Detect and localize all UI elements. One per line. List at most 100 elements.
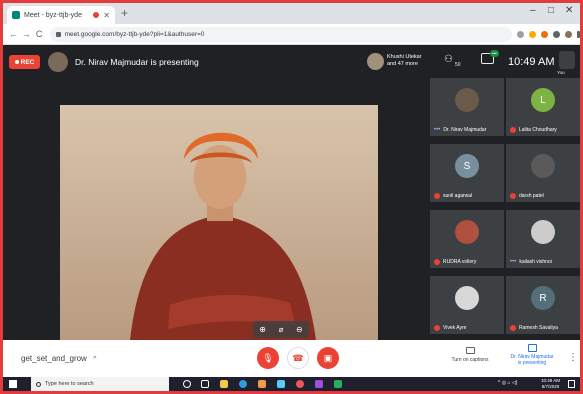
participant-name: RUDRA vollery: [443, 259, 477, 265]
tab-title: Meet - byz-ttjb-yde: [24, 11, 82, 19]
taskbar-search-input[interactable]: Type here to search: [31, 377, 169, 391]
browser-tab-strip: Meet - byz-ttjb-yde ✕ + – □ ✕: [3, 3, 580, 24]
mute-icon[interactable]: ⌀: [279, 325, 284, 334]
task-view-icon[interactable]: [201, 380, 209, 388]
mic-off-icon: [510, 127, 516, 133]
participant-name: Ramesh Savaliya: [519, 325, 558, 331]
presentation-actions: ⊕ ⌀ ⊖: [253, 321, 309, 338]
system-tray-icons[interactable]: ^ ◎ ⌂ ◁): [498, 380, 517, 386]
captions-button[interactable]: Turn on captions: [444, 347, 496, 363]
presenting-button[interactable]: Dr. Nirav Majmudar is presenting: [505, 344, 559, 366]
participant-name-row: Lalita Choudhary: [510, 127, 557, 133]
star-icon[interactable]: [529, 30, 537, 38]
people-icon[interactable]: ⚇: [444, 54, 453, 65]
microphone-off-button[interactable]: 🎙: [257, 347, 279, 369]
app-icon[interactable]: [334, 380, 342, 388]
shared-screen-image: ⊕ ⌀ ⊖: [60, 105, 378, 340]
mic-off-icon: [510, 193, 516, 199]
participants-first-name: Khushi Utekar: [387, 54, 422, 60]
participant-tile[interactable]: ••• kailash vishnoi: [506, 210, 580, 268]
reload-icon[interactable]: C: [33, 29, 46, 39]
profile-avatar-icon[interactable]: [565, 30, 573, 38]
meeting-details-button[interactable]: get_set_and_grow ^: [21, 354, 96, 363]
participant-grid: ••• Dr. Nirav Majmudar L Lalita Choudhary…: [428, 78, 580, 340]
close-window-button[interactable]: ✕: [565, 5, 573, 16]
search-icon: [36, 381, 41, 387]
notification-icon[interactable]: [568, 380, 575, 388]
participant-tile[interactable]: ••• Dr. Nirav Majmudar: [430, 78, 504, 136]
close-tab-icon[interactable]: ✕: [103, 11, 110, 20]
minimize-button[interactable]: –: [530, 5, 536, 16]
self-view-thumbnail[interactable]: [559, 51, 575, 69]
browser-tab[interactable]: Meet - byz-ttjb-yde ✕: [7, 6, 115, 24]
participant-name-row: Ramesh Savaliya: [510, 325, 558, 331]
edge-icon[interactable]: [239, 380, 247, 388]
windows-taskbar: Type here to search ^ ◎ ⌂ ◁) 10:49 AM 8/…: [3, 377, 580, 391]
participant-tile[interactable]: L Lalita Choudhary: [506, 78, 580, 136]
participant-name: darsh patel: [519, 193, 544, 199]
camera-permission-icon[interactable]: [517, 30, 525, 38]
participant-avatar: L: [531, 88, 555, 112]
mic-off-icon: [434, 325, 440, 331]
more-options-icon[interactable]: ⋮: [568, 352, 578, 363]
windows-start-icon[interactable]: [9, 380, 17, 388]
camera-off-button[interactable]: ▣: [317, 347, 339, 369]
address-bar-row: ← → C meet.google.com/byz-ttjb-yde?pli=1…: [3, 24, 580, 45]
browser-menu-icon[interactable]: [577, 30, 580, 38]
self-view-label: You: [557, 70, 565, 75]
record-dot-icon: [14, 60, 19, 64]
participant-name-row: darsh patel: [510, 193, 544, 199]
participant-avatar: S: [455, 154, 479, 178]
puzzle-icon[interactable]: [553, 30, 561, 38]
captions-icon: [465, 347, 475, 354]
url-text: meet.google.com/byz-ttjb-yde?pli=1&authu…: [64, 30, 205, 38]
chrome-icon[interactable]: [296, 380, 304, 388]
participant-name: sunil agarwal: [443, 193, 473, 199]
participant-name-row: Vivek Ayre: [434, 325, 466, 331]
store-icon[interactable]: [258, 380, 266, 388]
recording-badge: REC: [9, 55, 40, 69]
camera-off-icon: ▣: [323, 352, 333, 363]
file-explorer-icon[interactable]: [220, 380, 228, 388]
mic-off-icon: [434, 193, 440, 199]
participants-summary[interactable]: Khushi Utekar and 47 more: [387, 54, 422, 68]
participant-tile[interactable]: darsh patel: [506, 144, 580, 202]
portrait-photo: [60, 105, 378, 340]
participant-name: Lalita Choudhary: [519, 127, 557, 133]
pin-icon[interactable]: ⊕: [259, 325, 266, 334]
participant-tile[interactable]: RUDRA vollery: [430, 210, 504, 268]
leave-call-button[interactable]: ☎: [287, 347, 309, 369]
search-placeholder: Type here to search: [45, 381, 94, 387]
recording-label: REC: [20, 58, 35, 66]
back-arrow-icon[interactable]: ←: [7, 29, 20, 39]
chat-badge: •••: [490, 50, 499, 57]
participant-name: Dr. Nirav Majmudar: [443, 127, 487, 133]
participant-avatar: [531, 220, 555, 244]
presenter-avatar: [48, 52, 68, 72]
meeting-name: get_set_and_grow: [21, 354, 87, 363]
participant-name-row: RUDRA vollery: [434, 259, 476, 265]
speaking-dots-icon: •••: [434, 127, 441, 133]
app-icon[interactable]: [315, 380, 323, 388]
participant-name: kailash vishnoi: [519, 259, 552, 265]
participant-tile[interactable]: S sunil agarwal: [430, 144, 504, 202]
participant-avatar: [367, 53, 384, 70]
extension-icon[interactable]: [541, 30, 549, 38]
participant-tile[interactable]: R Ramesh Savaliya: [506, 276, 580, 334]
recording-dot-icon: [93, 12, 100, 18]
url-input[interactable]: meet.google.com/byz-ttjb-yde?pli=1&authu…: [49, 26, 513, 42]
mail-icon[interactable]: [277, 380, 285, 388]
present-screen-icon: [527, 344, 537, 352]
participant-tile[interactable]: Vivek Ayre: [430, 276, 504, 334]
new-tab-button[interactable]: +: [121, 6, 128, 20]
people-count: 50: [455, 62, 461, 68]
hang-up-icon: ☎: [292, 352, 304, 363]
remove-icon[interactable]: ⊖: [296, 325, 303, 334]
meet-top-bar: REC Dr. Nirav Majmudar is presenting Khu…: [3, 46, 580, 78]
cortana-icon[interactable]: [183, 380, 191, 388]
participant-avatar: [455, 220, 479, 244]
forward-arrow-icon[interactable]: →: [20, 29, 33, 39]
taskbar-clock[interactable]: 10:49 AM 8/7/2020: [541, 378, 560, 390]
maximize-button[interactable]: □: [548, 5, 554, 16]
taskbar-date: 8/7/2020: [541, 384, 560, 389]
